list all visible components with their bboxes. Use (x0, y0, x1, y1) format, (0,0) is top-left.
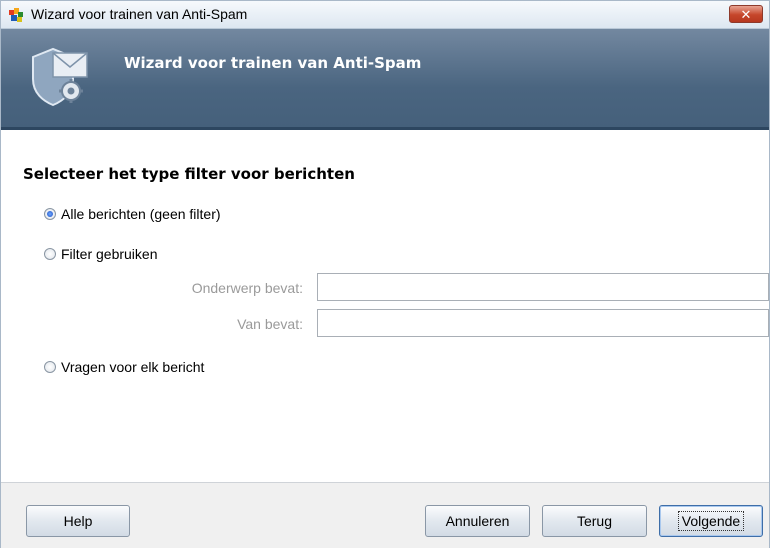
next-button-label: Volgende (677, 511, 745, 531)
radio-label-all: Alle berichten (geen filter) (61, 206, 221, 222)
shield-envelope-gear-icon (32, 47, 88, 107)
radio-button-checked[interactable] (44, 208, 56, 220)
title-bar: Wizard voor trainen van Anti-Spam ✕ (1, 1, 769, 29)
button-bar: Help Annuleren Terug Volgende (1, 482, 769, 548)
back-button[interactable]: Terug (542, 505, 647, 537)
avg-logo-icon (9, 8, 23, 22)
help-button[interactable]: Help (26, 505, 130, 537)
radio-label-ask: Vragen voor elk bericht (61, 359, 205, 375)
window-title: Wizard voor trainen van Anti-Spam (31, 6, 248, 22)
radio-button[interactable] (44, 248, 56, 260)
close-button[interactable]: ✕ (729, 5, 763, 23)
next-button[interactable]: Volgende (659, 505, 763, 537)
wizard-window: Wizard voor trainen van Anti-Spam ✕ Wiza… (0, 0, 770, 548)
from-contains-label: Van bevat: (237, 316, 303, 332)
close-icon: ✕ (740, 7, 752, 22)
subject-contains-label: Onderwerp bevat: (191, 280, 303, 296)
header-banner: Wizard voor trainen van Anti-Spam (1, 29, 769, 130)
cancel-button[interactable]: Annuleren (425, 505, 530, 537)
radio-button[interactable] (44, 361, 56, 373)
banner-title: Wizard voor trainen van Anti-Spam (124, 54, 422, 72)
subject-contains-input[interactable] (317, 273, 769, 301)
section-heading: Selecteer het type filter voor berichten (23, 165, 355, 183)
radio-label-filter: Filter gebruiken (61, 246, 158, 262)
from-contains-input[interactable] (317, 309, 769, 337)
